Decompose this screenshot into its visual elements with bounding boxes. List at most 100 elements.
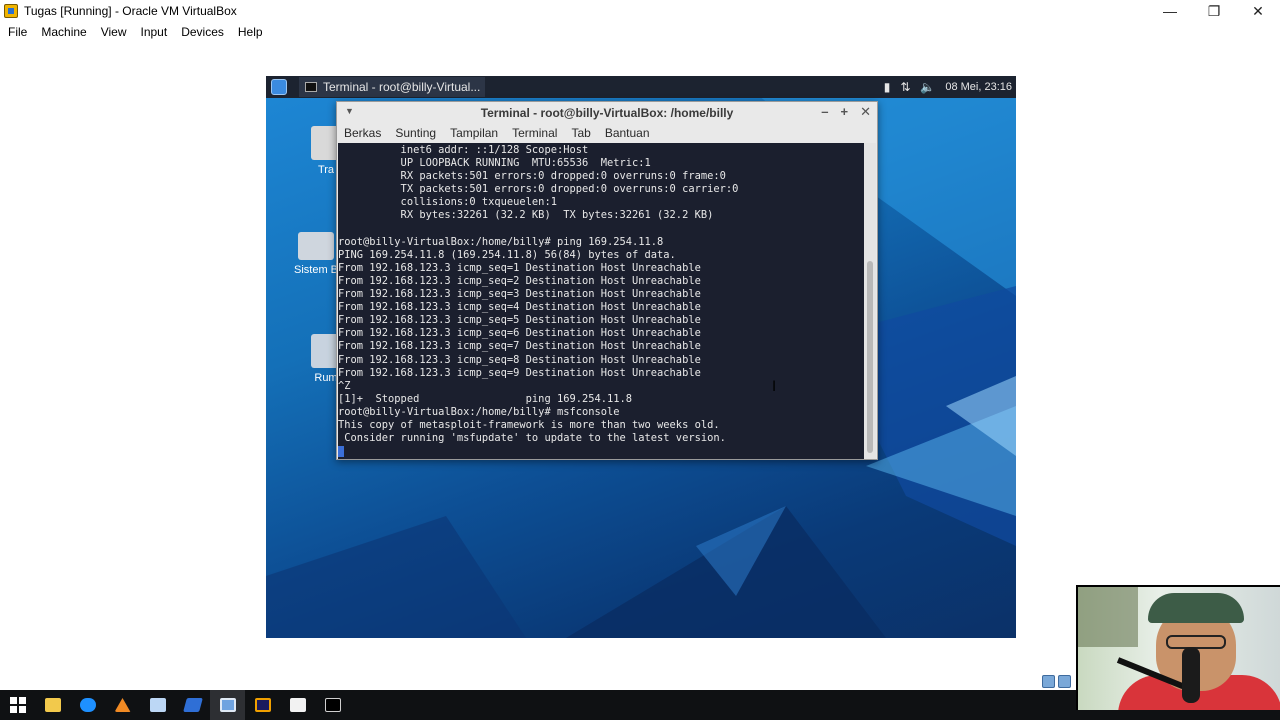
terminal-close-button[interactable]: ✕: [860, 104, 871, 120]
taskbar-media[interactable]: [245, 690, 280, 720]
cmd-icon: [324, 698, 341, 712]
menu-view[interactable]: View: [101, 25, 127, 39]
battery-icon[interactable]: ▮: [884, 80, 891, 94]
terminal-line: From 192.168.123.3 icmp_seq=3 Destinatio…: [338, 288, 701, 301]
terminal-title: Terminal - root@billy-VirtualBox: /home/…: [480, 105, 734, 120]
taskbar-app[interactable]: [175, 690, 210, 720]
terminal-titlebar[interactable]: ▼ Terminal - root@billy-VirtualBox: /hom…: [337, 102, 877, 123]
webcam-overlay: [1076, 585, 1280, 710]
webcam-background-object: [1078, 587, 1138, 647]
vb-menubar: File Machine View Input Devices Help: [0, 22, 1280, 42]
close-button[interactable]: ✕: [1236, 0, 1280, 22]
windows-start-icon: [9, 697, 26, 713]
terminal-menu-terminal[interactable]: Terminal: [512, 126, 557, 140]
taskbar-vlc[interactable]: [105, 690, 140, 720]
terminal-line: From 192.168.123.3 icmp_seq=5 Destinatio…: [338, 314, 701, 327]
guest-clock[interactable]: 08 Mei, 23:16: [945, 81, 1012, 93]
vm-status-icons: [1042, 675, 1071, 688]
menu-input[interactable]: Input: [141, 25, 168, 39]
guest-tray: ▮ ⇅ 🔈 08 Mei, 23:16: [884, 76, 1012, 98]
desktop-icon-label: Rum: [314, 372, 338, 384]
webcam-person-glasses: [1166, 635, 1226, 649]
network-status-icon[interactable]: [1042, 675, 1055, 688]
desktop-icon-label: Sistem B: [293, 264, 338, 276]
terminal-line: ^Z: [338, 379, 351, 392]
webcam-person-cap: [1148, 593, 1244, 623]
terminal-menu-sunting[interactable]: Sunting: [395, 126, 436, 140]
terminal-line: RX bytes:32261 (32.2 KB) TX bytes:32261 …: [338, 209, 714, 222]
vb-titlebar: Tugas [Running] - Oracle VM VirtualBox —…: [0, 0, 1280, 22]
terminal-line: TX packets:501 errors:0 dropped:0 overru…: [338, 183, 739, 196]
taskbar-virtualbox[interactable]: [210, 690, 245, 720]
network-icon[interactable]: ⇅: [900, 80, 910, 94]
restore-button[interactable]: ❐: [1192, 0, 1236, 22]
desktop-icon-label: Tra: [317, 164, 335, 176]
vlc-icon: [114, 698, 131, 712]
guest-taskbar-terminal[interactable]: Terminal - root@billy-Virtual...: [299, 77, 485, 97]
guest-panel: Terminal - root@billy-Virtual... ▮ ⇅ 🔈 0…: [266, 76, 1016, 98]
terminal-icon: [305, 82, 317, 92]
terminal-line: From 192.168.123.3 icmp_seq=8 Destinatio…: [338, 353, 701, 366]
scrollbar-thumb[interactable]: [867, 261, 873, 453]
window-menu-icon[interactable]: ▼: [345, 106, 354, 116]
terminal-cursor: [338, 445, 344, 457]
menu-file[interactable]: File: [8, 25, 27, 39]
terminal-line: From 192.168.123.3 icmp_seq=4 Destinatio…: [338, 301, 701, 314]
app-icon: [182, 698, 203, 712]
text-cursor-icon: I: [772, 379, 777, 395]
terminal-line: [1]+ Stopped ping 169.254.11.8: [338, 392, 633, 405]
terminal-minimize-button[interactable]: –: [821, 104, 828, 120]
virtualbox-app-icon: [4, 4, 18, 18]
terminal-menu-tab[interactable]: Tab: [571, 126, 590, 140]
terminal-line: From 192.168.123.3 icmp_seq=2 Destinatio…: [338, 274, 701, 287]
terminal-line: PING 169.254.11.8 (169.254.11.8) 56(84) …: [338, 248, 676, 261]
guest-menu-icon[interactable]: [271, 79, 287, 95]
terminal-menu-berkas[interactable]: Berkas: [344, 126, 381, 140]
terminal-scrollbar[interactable]: [864, 143, 876, 459]
terminal-line: Consider running 'msfupdate' to update t…: [338, 432, 726, 445]
window-title: Tugas [Running] - Oracle VM VirtualBox: [24, 4, 237, 18]
terminal-line: From 192.168.123.3 icmp_seq=7 Destinatio…: [338, 340, 701, 353]
terminal-cursor-line: [338, 445, 864, 458]
terminal-output[interactable]: inet6 addr: ::1/128 Scope:Host UP LOOPBA…: [338, 143, 864, 459]
taskbar-file-explorer[interactable]: [35, 690, 70, 720]
terminal-line: collisions:0 txqueuelen:1: [338, 196, 557, 209]
terminal-menubar: Berkas Sunting Tampilan Terminal Tab Ban…: [337, 123, 877, 142]
menu-help[interactable]: Help: [238, 25, 263, 39]
terminal-line: From 192.168.123.3 icmp_seq=9 Destinatio…: [338, 366, 701, 379]
terminal-menu-tampilan[interactable]: Tampilan: [450, 126, 498, 140]
taskbar-cmd[interactable]: [315, 690, 350, 720]
drive-icon: [298, 232, 334, 260]
mouse-integration-icon[interactable]: [1058, 675, 1071, 688]
guest-task-label: Terminal - root@billy-Virtual...: [323, 80, 481, 94]
taskbar-browser[interactable]: [70, 690, 105, 720]
microphone: [1182, 647, 1200, 703]
menu-devices[interactable]: Devices: [181, 25, 224, 39]
terminal-window-controls: – + ✕: [821, 104, 871, 120]
taskbar-code[interactable]: [280, 690, 315, 720]
terminal-menu-bantuan[interactable]: Bantuan: [605, 126, 650, 140]
terminal-line: RX packets:501 errors:0 dropped:0 overru…: [338, 170, 726, 183]
terminal-line: root@billy-VirtualBox:/home/billy# ping …: [338, 235, 664, 248]
terminal-line: From 192.168.123.3 icmp_seq=6 Destinatio…: [338, 327, 701, 340]
browser-icon: [79, 698, 96, 712]
taskbar-notepad[interactable]: [140, 690, 175, 720]
media-icon: [254, 698, 271, 712]
minimize-button[interactable]: —: [1148, 0, 1192, 22]
terminal-line: UP LOOPBACK RUNNING MTU:65536 Metric:1: [338, 157, 651, 170]
window-controls: — ❐ ✕: [1148, 0, 1280, 22]
terminal-line: inet6 addr: ::1/128 Scope:Host: [338, 144, 589, 156]
terminal-line: From 192.168.123.3 icmp_seq=1 Destinatio…: [338, 261, 701, 274]
terminal-line: This copy of metasploit-framework is mor…: [338, 418, 720, 431]
terminal-maximize-button[interactable]: +: [841, 104, 849, 120]
virtualbox-icon: [219, 698, 236, 712]
notepad-icon: [149, 698, 166, 712]
terminal-window[interactable]: ▼ Terminal - root@billy-VirtualBox: /hom…: [336, 101, 878, 460]
start-button[interactable]: [0, 690, 35, 720]
code-icon: [289, 698, 306, 712]
menu-machine[interactable]: Machine: [41, 25, 86, 39]
terminal-line: root@billy-VirtualBox:/home/billy# msfco…: [338, 405, 620, 418]
volume-icon[interactable]: 🔈: [920, 80, 935, 94]
file-explorer-icon: [44, 698, 61, 712]
